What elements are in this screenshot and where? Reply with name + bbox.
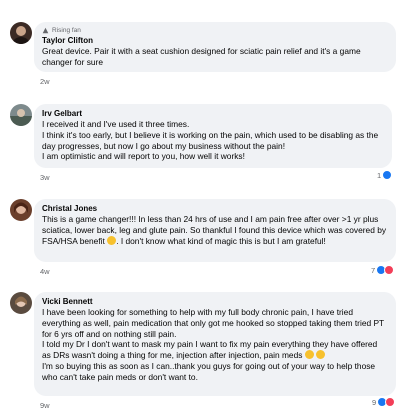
- comment-line: This is a game changer!!! In less than 2…: [42, 214, 388, 246]
- love-reaction-icon: [385, 397, 396, 407]
- comment-line-part: . I don't know what kind of magic this i…: [116, 235, 326, 246]
- comment-time[interactable]: 9w: [40, 401, 50, 410]
- laugh-emoji-icon: [316, 350, 326, 360]
- comment-bubble: Christal Jones This is a game changer!!!…: [34, 199, 396, 262]
- reaction-count: 7: [371, 265, 376, 275]
- badge-label: Rising fan: [52, 27, 81, 34]
- comment-bubble: Rising fan Taylor Clifton Great device. …: [34, 22, 396, 72]
- love-reaction-icon: [384, 265, 395, 275]
- reaction-count: 9: [372, 397, 377, 407]
- comment-line: I received it and I've used it three tim…: [42, 119, 190, 129]
- commenter-name[interactable]: Vicki Bennett: [42, 296, 388, 307]
- reaction-summary[interactable]: 1: [377, 170, 393, 180]
- comment-time[interactable]: 2w: [40, 77, 50, 86]
- comment-line: I have been looking for something to hel…: [42, 307, 385, 339]
- avatar[interactable]: [10, 22, 32, 44]
- comment-time[interactable]: 4w: [40, 267, 50, 276]
- comment-bubble: Irv Gelbart I received it and I've used …: [34, 104, 392, 168]
- like-reaction-icon: [382, 170, 393, 180]
- commenter-name[interactable]: Irv Gelbart: [42, 108, 384, 119]
- reaction-count: 1: [377, 170, 382, 180]
- rising-fan-badge-icon: [42, 27, 49, 34]
- comment-text: I received it and I've used it three tim…: [42, 119, 384, 162]
- comment-line: Great device. Pair it with a seat cushio…: [42, 46, 361, 67]
- comment-time[interactable]: 3w: [40, 173, 50, 182]
- reaction-summary[interactable]: 7: [371, 265, 395, 275]
- reaction-summary[interactable]: 9: [372, 397, 396, 407]
- comment-bubble: Vicki Bennett I have been looking for so…: [34, 292, 396, 396]
- comment-line: I told my Dr I don't want to mask my pai…: [42, 339, 388, 361]
- commenter-name[interactable]: Christal Jones: [42, 203, 388, 214]
- avatar[interactable]: [10, 292, 32, 314]
- avatar[interactable]: [10, 104, 32, 126]
- comment-text: I have been looking for something to hel…: [42, 307, 388, 383]
- comment-line-part: I told my Dr I don't want to mask my pai…: [42, 339, 378, 361]
- comment-line: I am optimistic and will report to you, …: [42, 151, 245, 162]
- commenter-name[interactable]: Taylor Clifton: [42, 35, 388, 46]
- avatar[interactable]: [10, 199, 32, 221]
- comment-text: This is a game changer!!! In less than 2…: [42, 214, 388, 246]
- smile-emoji-icon: [107, 235, 117, 245]
- comment-line: I think it's too early, but I believe it…: [42, 129, 379, 151]
- badge-row: Rising fan: [42, 26, 388, 35]
- sad-emoji-icon: [304, 350, 314, 360]
- comment-line: I'm so buying this as soon as I can..tha…: [42, 360, 376, 382]
- comment-text: Great device. Pair it with a seat cushio…: [42, 46, 388, 68]
